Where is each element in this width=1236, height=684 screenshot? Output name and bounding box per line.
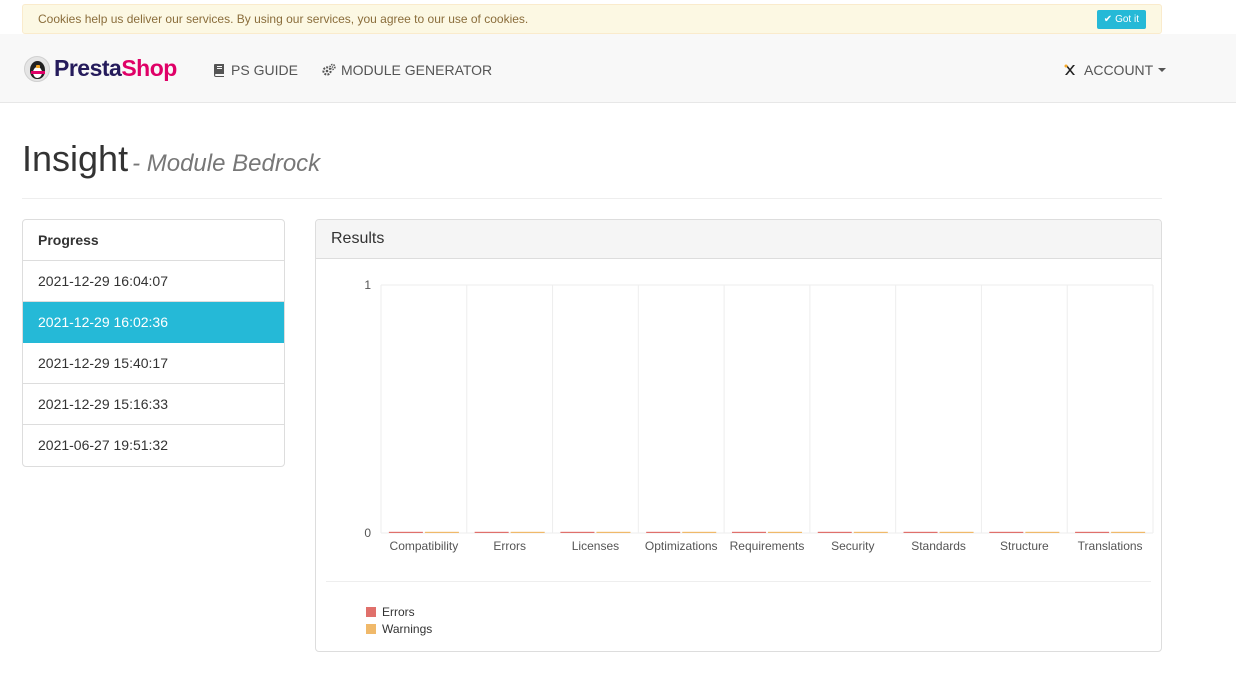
user-avatar-icon — [1064, 64, 1075, 75]
legend-swatch — [366, 606, 376, 617]
cookie-message: Cookies help us deliver our services. By… — [38, 12, 529, 26]
progress-item[interactable]: 2021-06-27 19:51:32 — [23, 425, 284, 466]
x-tick-label: Structure — [1000, 539, 1049, 553]
legend-entry: Warnings — [366, 620, 432, 637]
x-tick-label: Standards — [911, 539, 966, 553]
bar — [682, 531, 717, 533]
page-title: Insight - Module Bedrock — [22, 138, 321, 179]
bar — [474, 531, 509, 533]
got-it-button[interactable]: ✔ Got it — [1096, 10, 1146, 29]
page-subtitle: - Module Bedrock — [132, 150, 321, 177]
progress-heading: Progress — [23, 220, 284, 261]
x-tick-label: Translations — [1078, 539, 1143, 553]
bar — [731, 531, 766, 533]
caret-down-icon — [1158, 68, 1167, 72]
check-icon: ✔ — [1103, 14, 1113, 25]
bar — [646, 531, 681, 533]
legend-swatch — [366, 623, 376, 634]
y-tick-label: 1 — [364, 278, 371, 292]
bar — [596, 531, 631, 533]
bar — [1075, 531, 1110, 533]
bar — [903, 531, 938, 533]
account-label: ACCOUNT — [1084, 62, 1154, 78]
legend-label: Warnings — [382, 621, 433, 636]
bar — [424, 531, 459, 533]
bar — [388, 531, 423, 533]
chart-legend: Errors Warnings — [366, 603, 432, 637]
nav-ps-guide[interactable]: PS GUIDE — [212, 62, 298, 78]
account-dropdown[interactable]: ACCOUNT — [1062, 62, 1167, 78]
legend-label: Errors — [382, 604, 415, 619]
cookie-banner: Cookies help us deliver our services. By… — [22, 4, 1162, 34]
book-icon — [214, 64, 224, 77]
x-tick-label: Licenses — [572, 539, 619, 553]
progress-list: Progress 2021-12-29 16:04:07 2021-12-29 … — [22, 219, 285, 467]
results-chart: 0 1 Compatibility Errors Licenses Optimizatio… — [364, 278, 1154, 553]
bar — [560, 531, 595, 533]
title-divider — [22, 198, 1162, 199]
bar — [1111, 531, 1146, 533]
results-panel: Results 0 1 Compatibility Errors Licenses Opt… — [315, 219, 1162, 652]
bar — [768, 531, 803, 533]
nav-ps-guide-label: PS GUIDE — [231, 62, 298, 78]
progress-item[interactable]: 2021-12-29 15:16:33 — [23, 384, 284, 425]
got-it-label: Got it — [1115, 14, 1139, 25]
bar — [510, 531, 545, 533]
legend-divider — [326, 581, 1151, 582]
progress-item[interactable]: 2021-12-29 15:40:17 — [23, 343, 284, 384]
y-tick-label: 0 — [364, 526, 371, 540]
x-tick-label: Compatibility — [390, 539, 459, 553]
gears-icon — [322, 63, 336, 76]
legend-entry: Errors — [366, 603, 432, 620]
bar — [1025, 531, 1060, 533]
results-heading: Results — [316, 220, 1161, 259]
bar — [817, 531, 852, 533]
bar — [853, 531, 888, 533]
navbar: PrestaShop PS GUIDE MODULE GENERATOR ACC… — [0, 34, 1236, 103]
progress-item[interactable]: 2021-12-29 16:02:36 — [23, 302, 284, 343]
bar — [939, 531, 974, 533]
nav-module-generator-label: MODULE GENERATOR — [341, 62, 493, 78]
x-tick-label: Errors — [493, 539, 526, 553]
x-tick-label: Optimizations — [645, 539, 718, 553]
brand-name: PrestaShop — [54, 55, 177, 81]
bar — [989, 531, 1024, 533]
x-tick-label: Security — [831, 539, 874, 553]
nav-module-generator[interactable]: MODULE GENERATOR — [322, 62, 492, 78]
x-tick-label: Requirements — [730, 539, 805, 553]
penguin-logo-icon — [24, 55, 50, 82]
brand-logo-link[interactable]: PrestaShop — [24, 55, 177, 82]
progress-item[interactable]: 2021-12-29 16:04:07 — [23, 261, 284, 302]
